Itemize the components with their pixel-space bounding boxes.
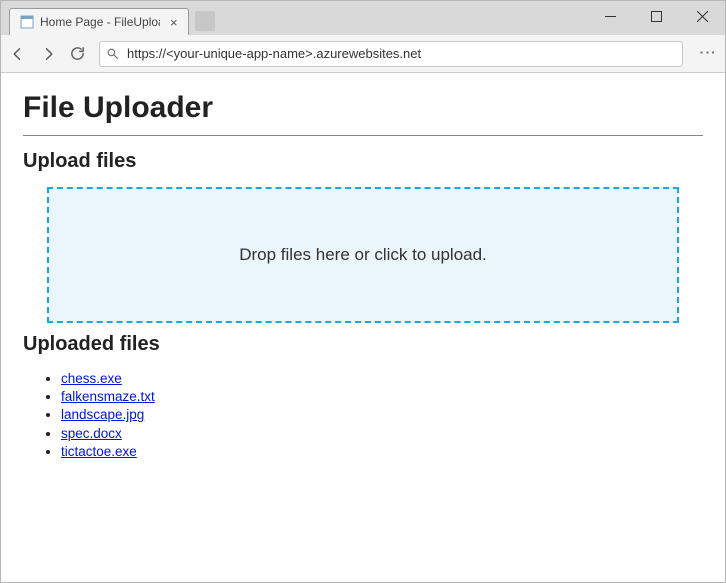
window-maximize-button[interactable] — [633, 1, 679, 31]
tab-close-icon[interactable]: × — [170, 15, 178, 30]
uploaded-file-link[interactable]: spec.docx — [61, 426, 122, 441]
titlebar: Home Page - FileUploade × — [1, 1, 725, 35]
uploaded-section-heading: Uploaded files — [23, 333, 703, 356]
list-item: spec.docx — [61, 425, 703, 443]
window-controls — [587, 1, 725, 31]
uploaded-file-link[interactable]: falkensmaze.txt — [61, 389, 155, 404]
divider — [23, 135, 703, 136]
upload-section-heading: Upload files — [23, 150, 703, 173]
reload-button[interactable] — [69, 45, 89, 62]
back-button[interactable] — [9, 45, 29, 63]
list-item: tictactoe.exe — [61, 443, 703, 461]
url-input[interactable] — [125, 45, 676, 62]
list-item: chess.exe — [61, 370, 703, 388]
uploaded-file-list: chess.exe falkensmaze.txt landscape.jpg spe… — [23, 370, 703, 461]
address-bar[interactable] — [99, 41, 683, 67]
toolbar: ⋮ — [1, 35, 725, 73]
browser-window: Home Page - FileUploade × — [0, 0, 726, 583]
uploaded-file-link[interactable]: landscape.jpg — [61, 407, 144, 422]
page-content: File Uploader Upload files Drop files he… — [1, 73, 725, 479]
uploaded-file-link[interactable]: chess.exe — [61, 371, 122, 386]
browser-tab[interactable]: Home Page - FileUploade × — [9, 8, 189, 35]
upload-dropzone[interactable]: Drop files here or click to upload. — [47, 187, 679, 323]
list-item: landscape.jpg — [61, 406, 703, 424]
window-close-button[interactable] — [679, 1, 725, 31]
new-tab-button[interactable] — [195, 11, 215, 31]
search-icon — [106, 47, 119, 60]
forward-button[interactable] — [39, 45, 59, 63]
tab-title: Home Page - FileUploade — [40, 15, 160, 29]
window-minimize-button[interactable] — [587, 1, 633, 31]
viewport: File Uploader Upload files Drop files he… — [1, 73, 725, 582]
list-item: falkensmaze.txt — [61, 388, 703, 406]
uploaded-file-link[interactable]: tictactoe.exe — [61, 444, 137, 459]
dropzone-label: Drop files here or click to upload. — [239, 245, 487, 265]
favicon-icon — [20, 15, 34, 29]
page-title: File Uploader — [23, 91, 703, 125]
browser-menu-button[interactable]: ⋮ — [693, 44, 717, 63]
